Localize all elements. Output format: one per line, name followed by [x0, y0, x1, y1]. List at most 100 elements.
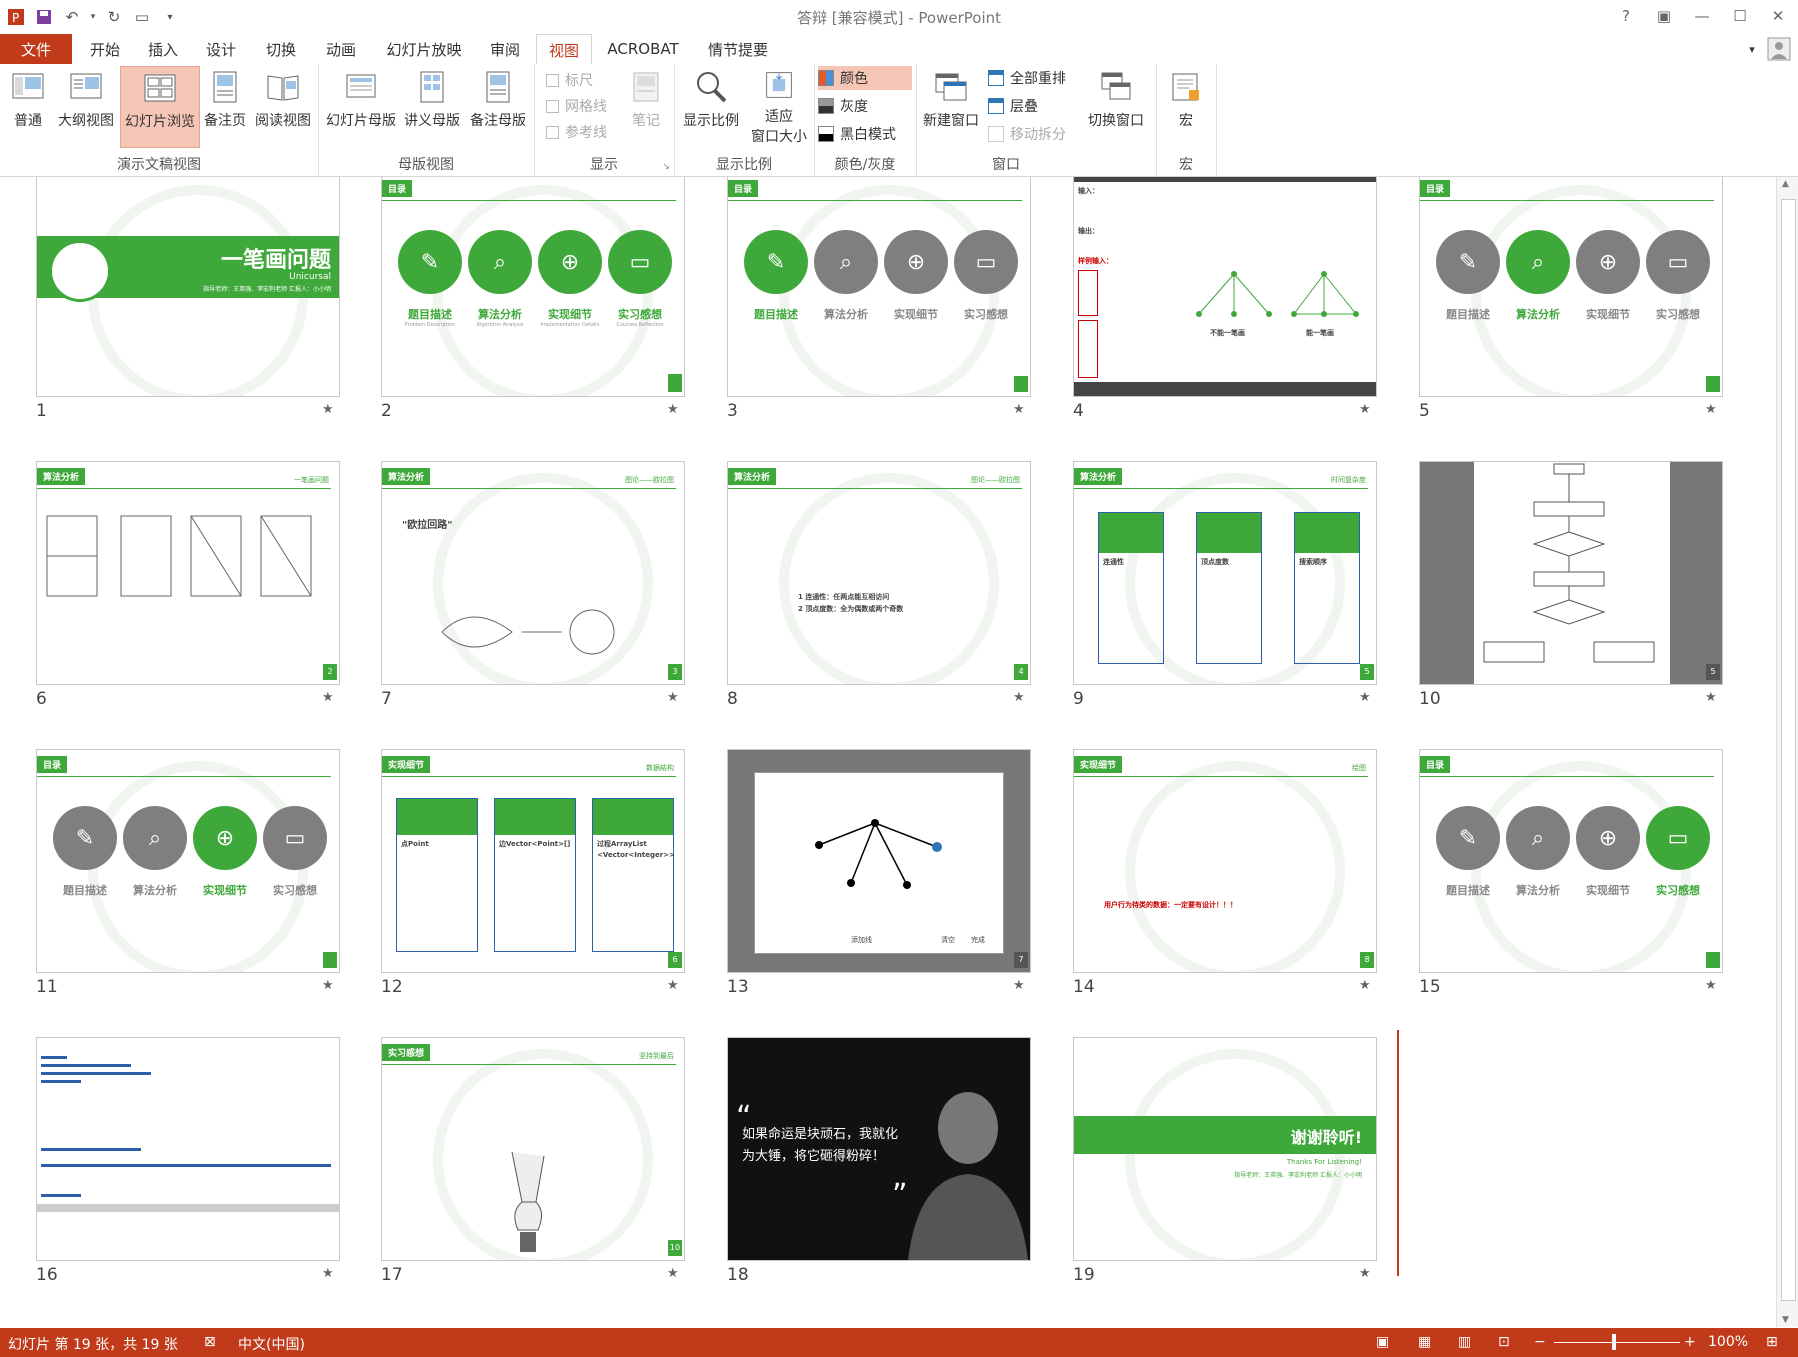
normal-view-button[interactable]: 普通	[6, 66, 50, 146]
close-icon[interactable]: ✕	[1764, 4, 1792, 28]
slide-thumbnail-15[interactable]: 目录 ✎ ⌕ ⊕ ▭ 题目描述 算法分析 实现细节 实习感想	[1419, 749, 1723, 973]
tab-animations[interactable]: 动画	[314, 34, 368, 64]
animation-star-icon[interactable]: ★	[322, 402, 334, 417]
animation-star-icon[interactable]: ★	[1359, 690, 1371, 705]
minimize-icon[interactable]: —	[1688, 4, 1716, 28]
tab-slideshow[interactable]: 幻灯片放映	[376, 34, 472, 64]
tab-acrobat[interactable]: ACROBAT	[598, 34, 688, 64]
sorter-view-status-icon[interactable]: ▦	[1418, 1334, 1431, 1350]
tab-insert[interactable]: 插入	[136, 34, 190, 64]
reading-view-button[interactable]: 阅读视图	[252, 66, 314, 146]
zoom-slider-thumb[interactable]	[1612, 1334, 1616, 1350]
slide-thumbnail-3[interactable]: 目录 ✎ ⌕ ⊕ ▭ 题目描述 算法分析 实现细节 实习感想	[727, 177, 1031, 397]
zoom-level[interactable]: 100%	[1708, 1334, 1748, 1350]
fit-to-window-button[interactable]: 适应 窗口大小	[746, 66, 812, 146]
animation-star-icon[interactable]: ★	[1013, 690, 1025, 705]
account-avatar-icon[interactable]	[1764, 34, 1794, 64]
slide-thumbnail-19[interactable]: 谢谢聆听! Thanks For Listening! 指导老师：王英强、李宏利…	[1073, 1037, 1377, 1261]
slide-count-status: 幻灯片 第 19 张，共 19 张	[8, 1337, 178, 1353]
scroll-down-icon[interactable]: ▼	[1782, 1315, 1789, 1325]
slide-sorter-button[interactable]: 幻灯片浏览	[120, 66, 200, 148]
animation-star-icon[interactable]: ★	[1359, 1266, 1371, 1281]
scroll-thumb[interactable]	[1781, 199, 1796, 1301]
tab-review[interactable]: 审阅	[478, 34, 532, 64]
notes-button[interactable]: 笔记	[622, 66, 670, 146]
tab-storyboarding[interactable]: 情节提要	[698, 34, 778, 64]
spellcheck-icon[interactable]: ⊠	[204, 1334, 216, 1350]
notes-page-button[interactable]: 备注页	[200, 66, 250, 146]
reading-view-status-icon[interactable]: ▥	[1458, 1334, 1471, 1350]
animation-star-icon[interactable]: ★	[1705, 402, 1717, 417]
animation-star-icon[interactable]: ★	[1013, 402, 1025, 417]
guides-checkbox[interactable]: 参考线	[546, 120, 607, 144]
collapse-ribbon-icon[interactable]: ▾	[1742, 34, 1762, 64]
animation-star-icon[interactable]: ★	[322, 978, 334, 993]
slide-thumbnail-7[interactable]: 算法分析 图论——欧拉图 "欧拉回路" 3	[381, 461, 685, 685]
animation-star-icon[interactable]: ★	[667, 690, 679, 705]
tab-view[interactable]: 视图	[536, 34, 592, 66]
target-icon: ⊕	[538, 230, 602, 294]
animation-star-icon[interactable]: ★	[322, 1266, 334, 1281]
zoom-out-icon[interactable]: −	[1534, 1334, 1546, 1350]
slideshow-status-icon[interactable]: ⊡	[1498, 1334, 1510, 1350]
slide-thumbnail-9[interactable]: 算法分析 时间复杂度 连通性 顶点度数 搜索顺序 5	[1073, 461, 1377, 685]
dialog-launcher-icon[interactable]: ↘	[662, 162, 670, 172]
slide-master-button[interactable]: 幻灯片母版	[324, 66, 398, 146]
animation-star-icon[interactable]: ★	[1013, 978, 1025, 993]
new-window-button[interactable]: 新建窗口	[918, 66, 984, 146]
slide-thumbnail-12[interactable]: 实现细节 数据结构 点Point 边Vector<Point>[] 过程Arra…	[381, 749, 685, 973]
move-split-button[interactable]: 移动拆分	[988, 122, 1066, 146]
tab-file[interactable]: 文件	[0, 34, 72, 64]
maximize-icon[interactable]: ☐	[1726, 4, 1754, 28]
fit-slide-icon[interactable]: ⊞	[1766, 1334, 1778, 1350]
slide-title: 谢谢聆听!	[1290, 1128, 1362, 1147]
page-marker: 2	[323, 664, 337, 680]
slide-thumbnail-11[interactable]: 目录 ✎ ⌕ ⊕ ▭ 题目描述 算法分析 实现细节 实习感想	[36, 749, 340, 973]
slide-thumbnail-5[interactable]: 目录 ✎ ⌕ ⊕ ▭ 题目描述 算法分析 实现细节 实习感想	[1419, 177, 1723, 397]
animation-star-icon[interactable]: ★	[1359, 402, 1371, 417]
black-white-button[interactable]: 黑白模式	[818, 122, 896, 146]
slide-thumbnail-14[interactable]: 实现细节 绘图 用户行为待类的数据：一定要有设计！！！ 8	[1073, 749, 1377, 973]
scroll-up-icon[interactable]: ▲	[1782, 179, 1789, 189]
handout-master-button[interactable]: 讲义母版	[400, 66, 464, 146]
animation-star-icon[interactable]: ★	[667, 978, 679, 993]
ribbon-display-icon[interactable]: ▣	[1650, 4, 1678, 28]
ruler-checkbox[interactable]: 标尺	[546, 68, 593, 92]
outline-view-button[interactable]: 大纲视图	[54, 66, 118, 146]
animation-star-icon[interactable]: ★	[322, 690, 334, 705]
language-status[interactable]: 中文(中国)	[238, 1334, 305, 1354]
arrange-all-button[interactable]: 全部重排	[988, 66, 1066, 90]
help-button[interactable]: ?	[1612, 4, 1640, 28]
tab-design[interactable]: 设计	[194, 34, 248, 64]
macros-button[interactable]: 宏	[1162, 66, 1210, 146]
zoom-button[interactable]: 显示比例	[678, 66, 744, 146]
slide-thumbnail-17[interactable]: 实习感想 坚持到最后 10	[381, 1037, 685, 1261]
gridlines-checkbox[interactable]: 网格线	[546, 94, 607, 118]
slide-thumbnail-16[interactable]	[36, 1037, 340, 1261]
normal-view-status-icon[interactable]: ▣	[1376, 1334, 1389, 1350]
animation-star-icon[interactable]: ★	[1705, 690, 1717, 705]
vertical-scrollbar[interactable]: ▲ ▼	[1776, 177, 1798, 1327]
slide-thumbnail-2[interactable]: 目录 ✎ ⌕ ⊕ ▭ 题目描述 算法分析 实现细节 实习感想 Problem D…	[381, 177, 685, 397]
tab-transitions[interactable]: 切换	[254, 34, 308, 64]
slide-thumbnail-18[interactable]: “ 如果命运是块顽石，我就化为大锤，将它砸得粉碎！ ”	[727, 1037, 1031, 1261]
animation-star-icon[interactable]: ★	[1359, 978, 1371, 993]
color-button[interactable]: 颜色	[818, 66, 912, 90]
cascade-button[interactable]: 层叠	[988, 94, 1038, 118]
grayscale-button[interactable]: 灰度	[818, 94, 868, 118]
slide-thumbnail-4[interactable]: 输入： 输出： 样例输入： 不能一笔画 能一笔画	[1073, 177, 1377, 397]
zoom-in-icon[interactable]: +	[1684, 1334, 1696, 1350]
switch-windows-button[interactable]: 切换窗口	[1080, 66, 1152, 146]
slide-thumbnail-13[interactable]: 添加线 清空 完成 7	[727, 749, 1031, 973]
zoom-slider[interactable]	[1554, 1342, 1680, 1343]
animation-star-icon[interactable]: ★	[667, 402, 679, 417]
slide-thumbnail-6[interactable]: 算法分析 一笔画问题 2	[36, 461, 340, 685]
slide-thumbnail-1[interactable]: 一笔画问题 Unicursal 指导老师：王英强、李宏利老师 汇报人：小小明	[36, 177, 340, 397]
tab-home[interactable]: 开始	[78, 34, 132, 64]
animation-star-icon[interactable]: ★	[667, 1266, 679, 1281]
notes-master-button[interactable]: 备注母版	[466, 66, 530, 146]
tag-line	[1074, 776, 1368, 777]
slide-thumbnail-8[interactable]: 算法分析 图论——欧拉图 1 连通性：任两点能互相访问 2 顶点度数：全为偶数或…	[727, 461, 1031, 685]
slide-thumbnail-10[interactable]: 5	[1419, 461, 1723, 685]
animation-star-icon[interactable]: ★	[1705, 978, 1717, 993]
